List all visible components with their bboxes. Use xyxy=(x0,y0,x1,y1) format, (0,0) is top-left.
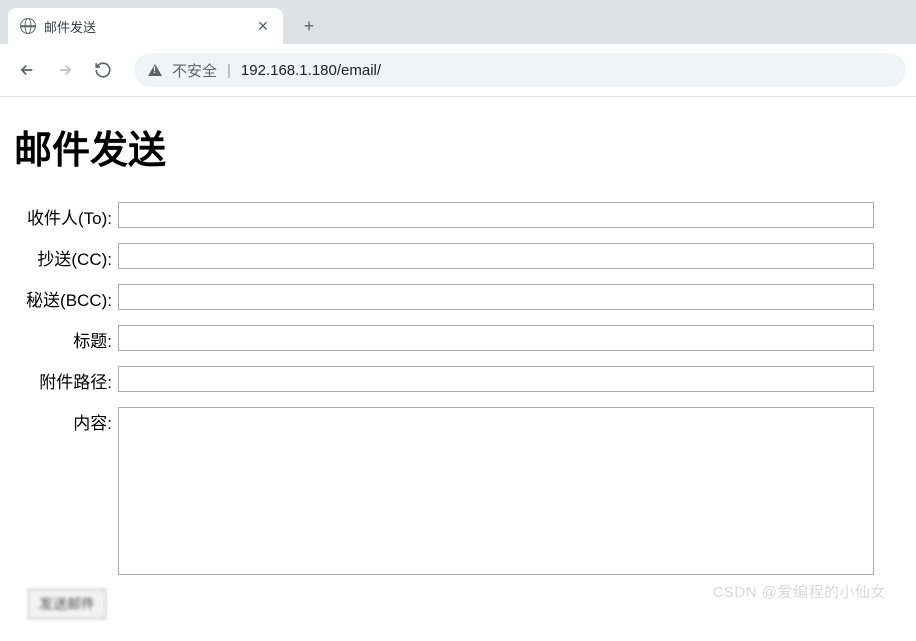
url-text: 192.168.1.180/email/ xyxy=(241,62,381,79)
subject-input[interactable] xyxy=(118,325,874,351)
page-content: 邮件发送 收件人(To): 抄送(CC): 秘送(BCC): 标题: 附件路径:… xyxy=(0,97,916,641)
browser-tab[interactable]: 邮件发送 ✕ xyxy=(8,8,283,44)
browser-toolbar: 不安全 | 192.168.1.180/email/ xyxy=(0,44,916,97)
forward-button[interactable] xyxy=(48,53,82,87)
tab-title: 邮件发送 xyxy=(44,17,247,36)
browser-chrome: 邮件发送 ✕ + 不安全 | 192.168.1.180/email/ xyxy=(0,0,916,97)
new-tab-button[interactable]: + xyxy=(295,12,323,40)
security-label: 不安全 xyxy=(172,60,217,81)
reload-button[interactable] xyxy=(86,53,120,87)
page-title: 邮件发送 xyxy=(14,119,902,174)
label-bcc: 秘送(BCC): xyxy=(14,284,118,311)
attachment-input[interactable] xyxy=(118,366,874,392)
close-icon[interactable]: ✕ xyxy=(255,18,271,34)
content-textarea[interactable] xyxy=(118,407,874,575)
address-bar[interactable]: 不安全 | 192.168.1.180/email/ xyxy=(134,53,906,87)
globe-icon xyxy=(20,18,36,34)
label-attachment: 附件路径: xyxy=(14,366,118,393)
warning-icon xyxy=(148,64,162,76)
bcc-input[interactable] xyxy=(118,284,874,310)
label-content: 内容: xyxy=(14,407,118,434)
label-subject: 标题: xyxy=(14,325,118,352)
cc-input[interactable] xyxy=(118,243,874,269)
tab-bar: 邮件发送 ✕ + xyxy=(0,0,916,44)
back-button[interactable] xyxy=(10,53,44,87)
to-input[interactable] xyxy=(118,202,874,228)
submit-button[interactable]: 发送邮件 xyxy=(28,589,106,619)
label-cc: 抄送(CC): xyxy=(14,243,118,270)
divider: | xyxy=(227,62,231,79)
label-to: 收件人(To): xyxy=(14,202,118,229)
